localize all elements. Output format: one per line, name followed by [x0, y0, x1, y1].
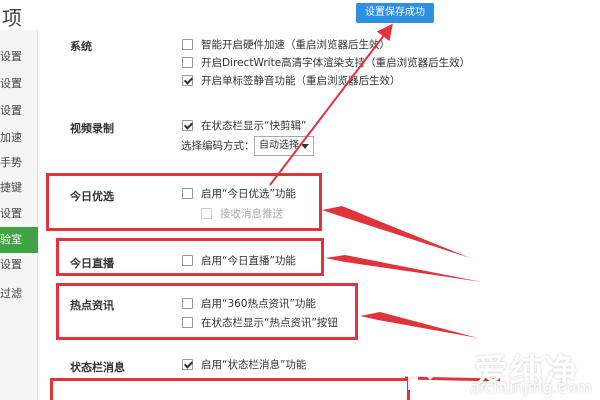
- annotation-arrows: [269, 23, 501, 382]
- watermark-url: aichunjing.com: [470, 378, 592, 397]
- watermark-logo-icon: [408, 342, 464, 390]
- arrow-to-hot-news: [360, 312, 478, 338]
- arrow-to-toast: [269, 23, 393, 186]
- arrow-to-today-pick: [322, 206, 470, 258]
- arrow-to-today-live: [325, 255, 482, 282]
